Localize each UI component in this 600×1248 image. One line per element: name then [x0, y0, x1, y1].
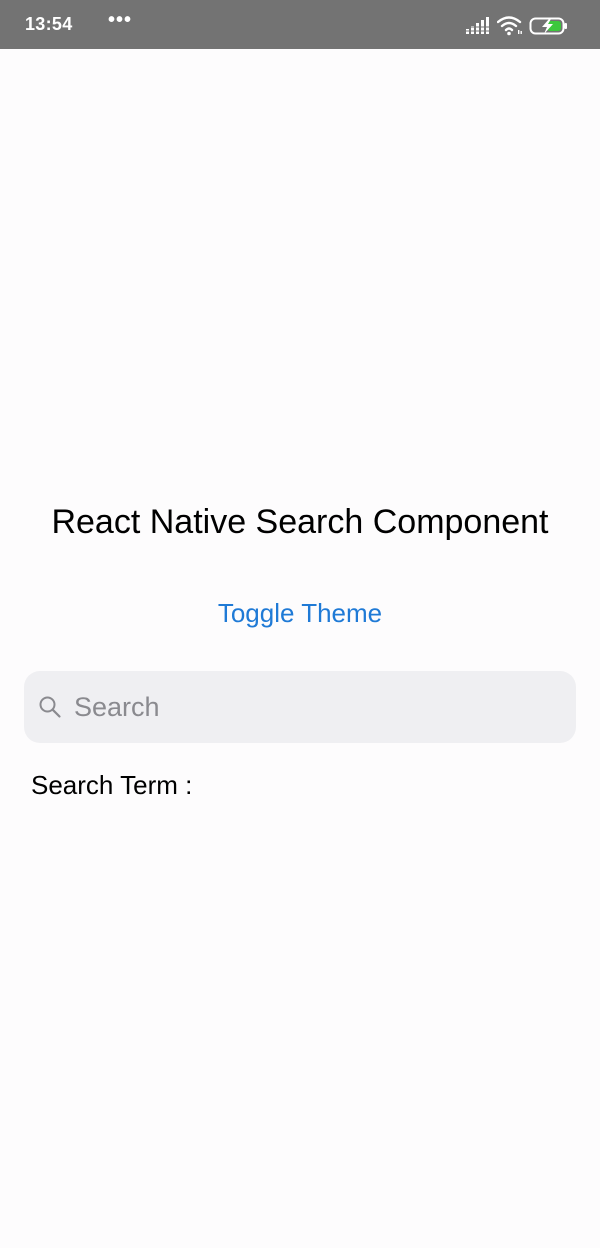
status-bar: 13:54 ••• [0, 0, 600, 49]
search-term-label: Search Term : [31, 770, 193, 800]
battery-charging-icon [529, 17, 567, 35]
wifi-icon [497, 16, 522, 36]
more-notifications-icon: ••• [108, 9, 133, 31]
toggle-theme-button[interactable]: Toggle Theme [150, 595, 450, 631]
signal-icon [466, 17, 489, 34]
search-input[interactable] [72, 681, 564, 733]
status-time: 13:54 [25, 14, 73, 34]
page-title: React Native Search Component [51, 503, 549, 541]
search-icon [39, 696, 61, 718]
search-bar[interactable] [24, 671, 576, 743]
